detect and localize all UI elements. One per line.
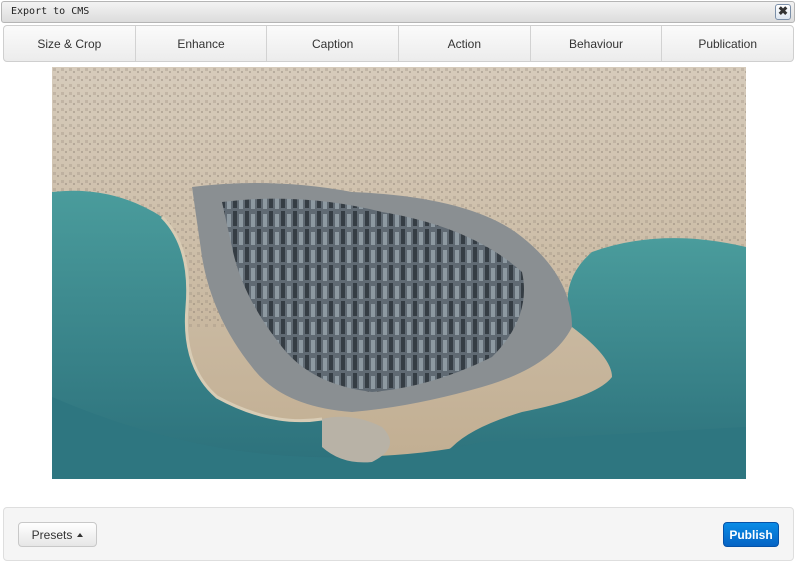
- publish-button[interactable]: Publish: [723, 522, 779, 547]
- caret-up-icon: [77, 532, 84, 537]
- dialog-title-bar: Export to CMS ✖: [1, 1, 795, 23]
- tab-caption[interactable]: Caption: [267, 26, 400, 61]
- tab-publication[interactable]: Publication: [662, 26, 793, 61]
- close-icon: ✖: [777, 4, 789, 18]
- presets-button[interactable]: Presets: [18, 522, 97, 547]
- tab-size-crop[interactable]: Size & Crop: [4, 26, 136, 61]
- tab-enhance[interactable]: Enhance: [136, 26, 268, 61]
- tab-action[interactable]: Action: [399, 26, 531, 61]
- close-button[interactable]: ✖: [775, 4, 791, 20]
- preview-image: [52, 67, 746, 479]
- footer-bar: Presets Publish: [3, 507, 794, 561]
- tab-behaviour[interactable]: Behaviour: [531, 26, 663, 61]
- tab-bar: Size & Crop Enhance Caption Action Behav…: [3, 25, 794, 62]
- presets-label: Presets: [31, 527, 73, 542]
- dialog-title: Export to CMS: [11, 6, 90, 17]
